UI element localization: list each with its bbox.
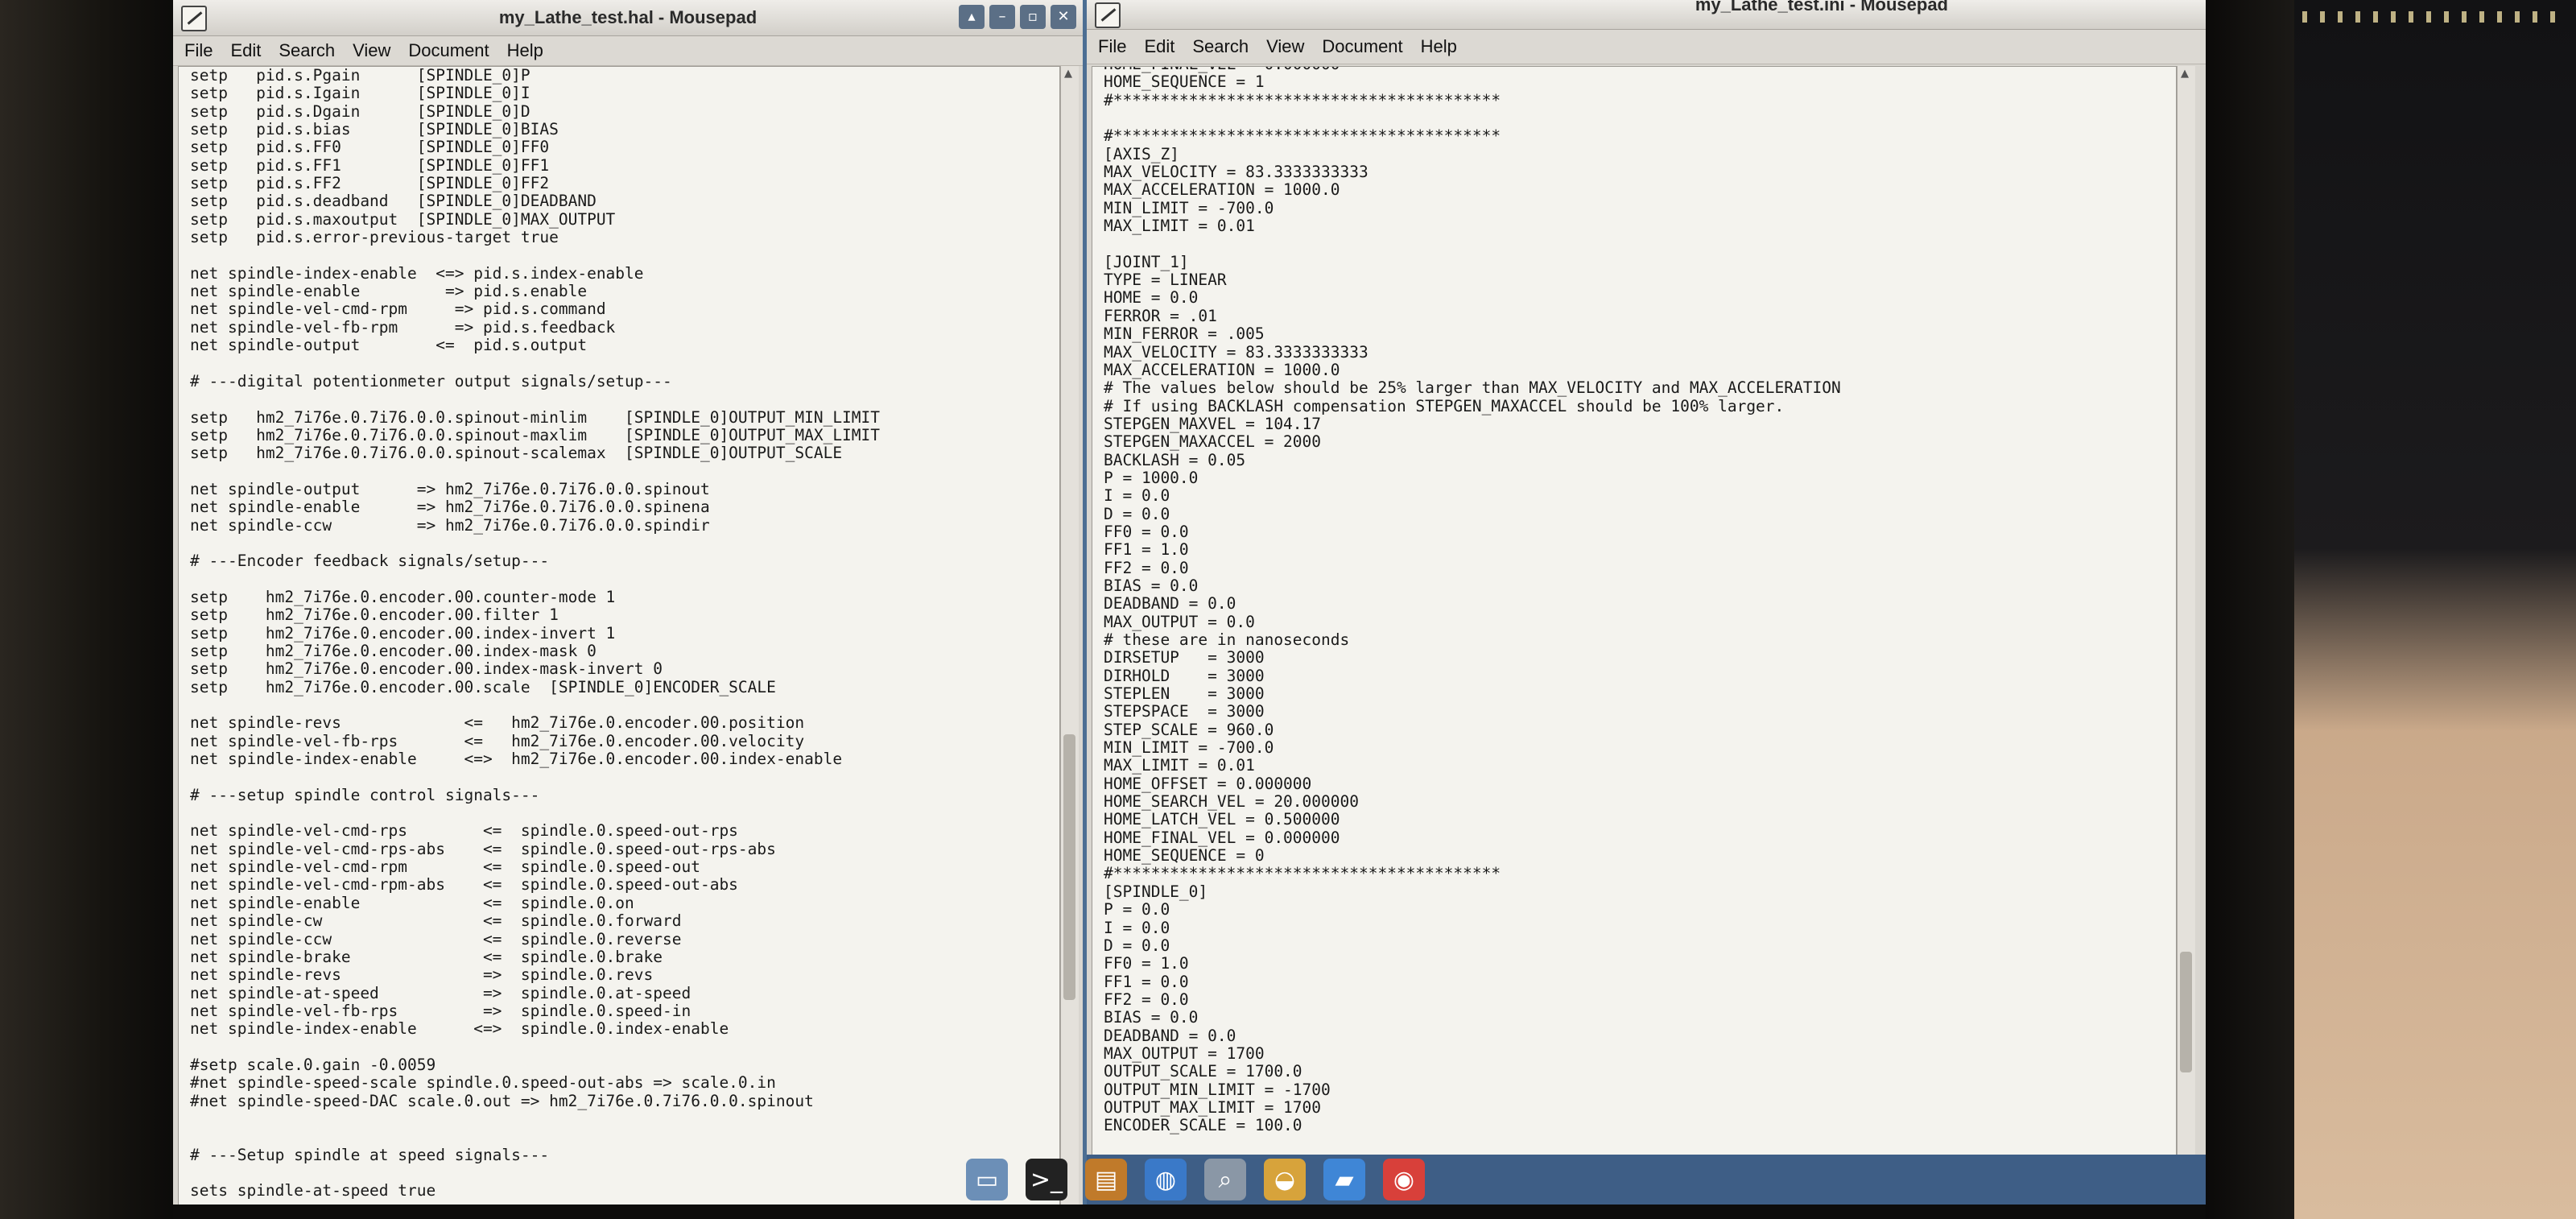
menu-bar: File Edit Search View Document Help: [1087, 30, 2206, 64]
menu-file[interactable]: File: [1098, 36, 1126, 57]
vertical-scrollbar[interactable]: ▲ ▼: [2177, 66, 2195, 1172]
background-lights: [2302, 11, 2568, 23]
restore-button[interactable]: ▴: [959, 5, 985, 29]
ini-file-text[interactable]: HOME_FINAL_VEL = 0.000000 HOME_SEQUENCE …: [1092, 67, 2176, 1135]
scroll-up-icon[interactable]: ▲: [1064, 68, 1072, 80]
mousepad-app-icon: [181, 6, 207, 31]
menu-help[interactable]: Help: [1421, 36, 1457, 57]
mousepad-app-icon: [1095, 2, 1121, 28]
menu-edit[interactable]: Edit: [1144, 36, 1174, 57]
menu-bar: File Edit Search View Document Help: [173, 36, 1083, 66]
search-app-icon[interactable]: ⌕: [1204, 1159, 1246, 1200]
window-controls: ▴ – ▫ ✕: [959, 5, 1076, 29]
chrome-icon[interactable]: ◉: [1383, 1159, 1425, 1200]
desktop: my_Lathe_test.hal - Mousepad ▴ – ▫ ✕ Fil…: [173, 0, 2206, 1205]
menu-file[interactable]: File: [184, 40, 213, 61]
monitor-bezel-right: [2206, 0, 2294, 1219]
text-editor-area[interactable]: setp pid.s.Pgain [SPINDLE_0]P setp pid.s…: [178, 66, 1060, 1205]
menu-search[interactable]: Search: [1192, 36, 1249, 57]
scrollbar-thumb[interactable]: [1063, 734, 1075, 1000]
title-bar[interactable]: my_Lathe_test.hal - Mousepad ▴ – ▫ ✕: [173, 0, 1083, 36]
close-button[interactable]: ✕: [1051, 5, 1076, 29]
scrollbar-thumb[interactable]: [2180, 952, 2192, 1072]
menu-view[interactable]: View: [1266, 36, 1304, 57]
menu-help[interactable]: Help: [507, 40, 543, 61]
title-bar[interactable]: my_Lathe_test.ini - Mousepad: [1087, 0, 2206, 30]
monitor-bezel-left: [0, 0, 173, 1219]
ini-editor-window: my_Lathe_test.ini - Mousepad File Edit S…: [1087, 0, 2206, 1176]
vertical-scrollbar[interactable]: ▲: [1060, 66, 1079, 1205]
menu-view[interactable]: View: [353, 40, 390, 61]
minimize-button[interactable]: –: [989, 5, 1015, 29]
menu-document[interactable]: Document: [1322, 36, 1402, 57]
background-room: [2294, 0, 2576, 1219]
window-title: my_Lathe_test.ini - Mousepad: [1695, 0, 1948, 14]
maximize-button[interactable]: ▫: [1020, 5, 1046, 29]
window-title: my_Lathe_test.hal - Mousepad: [498, 7, 758, 27]
notes-icon[interactable]: ▤: [1085, 1159, 1127, 1200]
menu-search[interactable]: Search: [279, 40, 335, 61]
show-desktop-icon[interactable]: ▭: [966, 1159, 1008, 1200]
terminal-icon[interactable]: >_: [1026, 1159, 1067, 1200]
hal-editor-window: my_Lathe_test.hal - Mousepad ▴ – ▫ ✕ Fil…: [173, 0, 1083, 1205]
menu-document[interactable]: Document: [408, 40, 489, 61]
monitor-bezel-bottom: [173, 1205, 2206, 1219]
scroll-up-icon[interactable]: ▲: [2181, 68, 2189, 80]
text-editor-area[interactable]: HOME_FINAL_VEL = 0.000000 HOME_SEQUENCE …: [1092, 66, 2177, 1174]
browser-globe-icon[interactable]: ◍: [1145, 1159, 1187, 1200]
penguin-icon[interactable]: ◒: [1264, 1159, 1306, 1200]
hal-file-text[interactable]: setp pid.s.Pgain [SPINDLE_0]P setp pid.s…: [179, 67, 1059, 1200]
menu-edit[interactable]: Edit: [230, 40, 261, 61]
folder-icon[interactable]: ▰: [1323, 1159, 1365, 1200]
application-dock: ▭ >_ ▤ ◍ ⌕ ◒ ▰ ◉: [966, 1155, 1425, 1205]
